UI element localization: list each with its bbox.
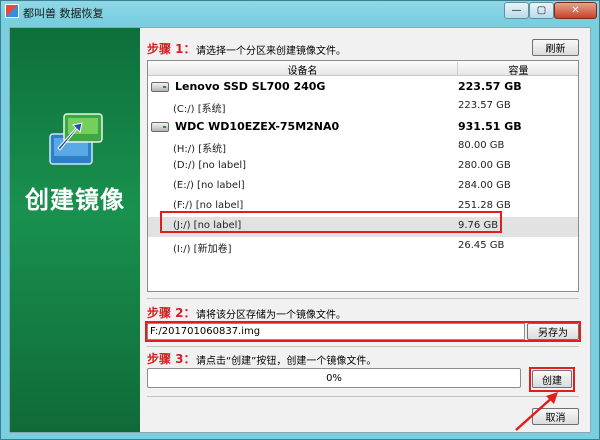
- dialog-body: 创建镜像 步骤 1： 请选择一个分区来创建镜像文件。 刷新 设备名 容量 Len…: [9, 27, 591, 433]
- disk-capacity: 223.57 GB: [458, 80, 522, 93]
- partition-capacity: 80.00 GB: [458, 140, 505, 151]
- partition-list-header: 设备名 容量: [148, 61, 578, 77]
- column-header-device[interactable]: 设备名: [148, 62, 458, 77]
- divider: [147, 346, 579, 347]
- partition-capacity: 251.28 GB: [458, 200, 511, 211]
- partition-name: (D:/) [no label]: [173, 160, 247, 171]
- step3-description: 请点击“创建”按钮，创建一个镜像文件。: [196, 356, 377, 367]
- divider: [147, 298, 579, 299]
- hard-disk-icon: [151, 82, 169, 92]
- disk-row[interactable]: WDC WD10EZEX-75M2NA0 931.51 GB: [148, 117, 578, 137]
- partition-name: (I:/) [新加卷]: [173, 244, 232, 255]
- app-window: 都叫兽 数据恢复 — ▢ ✕ 创建镜像 步骤 1： 请选择一个分区来创建镜像文件…: [0, 0, 600, 440]
- title-bar[interactable]: 都叫兽 数据恢复 — ▢ ✕: [1, 1, 599, 23]
- step1-description: 请选择一个分区来创建镜像文件。: [196, 46, 346, 57]
- step2-description: 请将该分区存储为一个镜像文件。: [196, 310, 346, 321]
- refresh-button[interactable]: 刷新: [532, 39, 579, 56]
- pointer-arrow-icon: [515, 392, 558, 431]
- partition-row[interactable]: (E:/) [no label] 284.00 GB: [148, 177, 578, 197]
- partition-capacity: 280.00 GB: [458, 160, 511, 171]
- partition-row[interactable]: (H:/) [系统] 80.00 GB: [148, 137, 578, 157]
- partition-capacity: 26.45 GB: [458, 240, 505, 251]
- partition-name: (C:/) [系统]: [173, 104, 226, 115]
- refresh-button-label: 刷新: [545, 44, 566, 55]
- progress-bar: 0%: [147, 368, 521, 388]
- column-header-capacity[interactable]: 容量: [459, 62, 578, 77]
- close-icon: ✕: [571, 5, 580, 16]
- maximize-button[interactable]: ▢: [529, 2, 554, 19]
- drive-copy-icon: [49, 113, 103, 165]
- app-logo-icon: [5, 4, 19, 18]
- step3-label: 步骤 3：: [147, 352, 196, 366]
- progress-text: 0%: [326, 373, 342, 384]
- partition-capacity: 223.57 GB: [458, 100, 511, 111]
- disk-row[interactable]: Lenovo SSD SL700 240G 223.57 GB: [148, 77, 578, 97]
- maximize-icon: ▢: [536, 5, 547, 16]
- disk-name: Lenovo SSD SL700 240G: [175, 80, 326, 93]
- partition-name: (E:/) [no label]: [173, 180, 245, 191]
- close-button[interactable]: ✕: [554, 2, 597, 19]
- step2-label: 步骤 2：: [147, 306, 196, 320]
- step1-label: 步骤 1：: [147, 42, 196, 56]
- partition-row[interactable]: (D:/) [no label] 280.00 GB: [148, 157, 578, 177]
- path-row-highlight: [145, 321, 581, 342]
- window-title: 都叫兽 数据恢复: [23, 7, 104, 20]
- partition-name: (H:/) [系统]: [173, 144, 227, 155]
- partition-row[interactable]: (C:/) [系统] 223.57 GB: [148, 97, 578, 117]
- partition-row[interactable]: (I:/) [新加卷] 26.45 GB: [148, 237, 578, 257]
- minimize-icon: —: [511, 5, 522, 16]
- disk-capacity: 931.51 GB: [458, 120, 522, 133]
- sidebar-panel: 创建镜像: [10, 28, 140, 432]
- partition-name: (F:/) [no label]: [173, 200, 244, 211]
- partition-list[interactable]: 设备名 容量 Lenovo SSD SL700 240G 223.57 GB (C:…: [147, 60, 579, 292]
- hard-disk-icon: [151, 122, 169, 132]
- sidebar-title: 创建镜像: [25, 186, 125, 214]
- minimize-button[interactable]: —: [504, 2, 529, 19]
- partition-capacity: 284.00 GB: [458, 180, 511, 191]
- selected-partition-highlight: [160, 211, 502, 233]
- disk-name: WDC WD10EZEX-75M2NA0: [175, 120, 340, 133]
